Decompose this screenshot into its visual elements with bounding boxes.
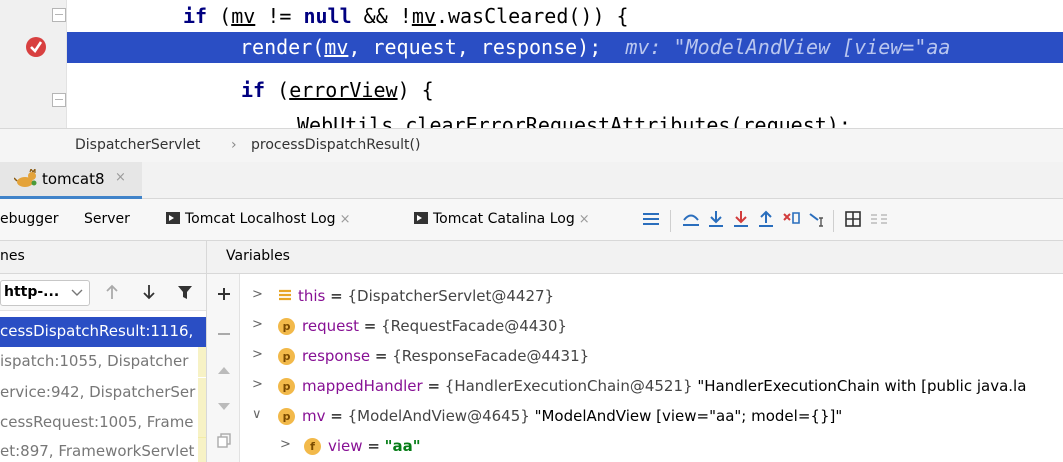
current-execution-line[interactable]: render(mv, request, response); mv: "Mode… [67,32,1063,63]
variable-row[interactable]: > this = {DispatcherServlet@4427} [240,282,1063,312]
move-down-icon[interactable] [216,398,232,414]
breadcrumb-class[interactable]: DispatcherServlet [75,137,200,153]
parameter-icon: p [278,348,295,365]
variables-panel: > this = {DispatcherServlet@4427} > p re… [207,274,1063,462]
variable-row[interactable]: > p request = {RequestFacade@4430} [240,312,1063,342]
breadcrumb-separator: › [231,137,237,153]
drop-frame-icon[interactable] [780,206,802,232]
frames-header: nes [0,241,207,274]
variables-side-toolbar [207,274,240,462]
code-line-clear: WebUtils.clearErrorRequestAttributes(req… [297,113,851,128]
chevron-right-icon[interactable]: > [280,437,291,452]
arrow-down-icon[interactable] [141,283,157,301]
chevron-down-icon [71,289,83,296]
code-line-if-errorview: if (errorView) { [241,78,434,102]
close-icon[interactable]: × [579,212,590,227]
thread-select[interactable]: http-... [0,280,90,306]
tab-localhost-log[interactable]: Tomcat Localhost Log × [166,211,350,227]
run-to-cursor-icon[interactable] [806,206,828,232]
fold-marker-icon[interactable] [52,8,66,22]
frame-item[interactable]: ispatch:1055, Dispatcher [0,347,206,377]
inline-value-hint: mv: "ModelAndView [view="aa [625,35,951,59]
fields-icon [279,289,291,301]
step-over-icon[interactable] [705,206,727,232]
code-line-if-mv: if (mv != null && !mv.wasCleared()) { [183,4,629,28]
tomcat-icon [14,169,37,187]
breadcrumb-method[interactable]: processDispatchResult() [251,137,420,153]
tab-tomcat8[interactable]: tomcat8 × [0,162,142,199]
chevron-right-icon[interactable]: > [252,377,263,392]
close-icon[interactable]: × [340,212,351,227]
chevron-right-icon[interactable]: > [252,287,263,302]
show-execution-point-icon[interactable] [680,206,702,232]
console-icon [414,212,428,224]
code-editor[interactable]: if (mv != null && !mv.wasCleared()) { re… [0,0,1063,128]
variables-header: Variables [207,241,1063,274]
variables-header-label: Variables [226,248,290,264]
menu-lines-icon[interactable] [640,206,662,232]
variable-row[interactable]: > f view = "aa" [240,432,1063,462]
close-icon[interactable]: × [115,170,126,185]
variable-row[interactable]: ∨ p mv = {ModelAndView@4645} "ModelAndVi… [240,402,1063,432]
chevron-right-icon[interactable]: > [252,317,263,332]
code-line-render: render(mv, request, response); mv: "Mode… [240,35,951,59]
tab-debugger[interactable]: ebugger [0,211,59,227]
variable-row[interactable]: > p response = {ResponseFacade@4431} [240,342,1063,372]
parameter-icon: p [278,378,295,395]
add-watch-icon[interactable] [216,286,232,302]
filter-icon[interactable] [176,283,194,301]
frames-header-label: nes [0,248,25,264]
evaluate-expression-icon[interactable] [842,206,864,232]
editor-gutter[interactable] [0,0,67,128]
thread-toolbar: http-... [0,274,206,311]
breakpoint-check-icon [30,41,43,54]
frame-item[interactable]: ervice:942, DispatcherSer [0,378,206,408]
debug-session-tabs: tomcat8 × [0,162,1063,199]
move-up-icon[interactable] [216,362,232,378]
copy-icon[interactable] [216,432,232,448]
parameter-icon: p [278,408,295,425]
remove-watch-icon[interactable] [216,326,232,342]
parameter-icon: p [278,318,295,335]
trace-icon[interactable] [868,206,890,232]
breadcrumb: DispatcherServlet › processDispatchResul… [0,128,1063,163]
debugger-toolbar: ebugger Server Tomcat Localhost Log × Tom… [0,199,1063,241]
tab-tomcat8-label: tomcat8 [42,170,105,188]
frame-item[interactable]: cessDispatchResult:1116, [0,317,206,347]
step-out-icon[interactable] [755,206,777,232]
arrow-up-icon[interactable] [104,283,120,301]
console-icon [166,212,180,224]
variable-row[interactable]: > p mappedHandler = {HandlerExecutionCha… [240,372,1063,402]
step-into-icon[interactable] [730,206,752,232]
tab-server[interactable]: Server [84,211,130,227]
tab-catalina-log[interactable]: Tomcat Catalina Log × [414,211,590,227]
fold-marker-icon[interactable] [52,93,66,107]
field-icon: f [304,438,321,455]
frame-item[interactable]: cessRequest:1005, Frame [0,408,206,438]
chevron-down-icon[interactable]: ∨ [252,407,262,422]
chevron-right-icon[interactable]: > [252,347,263,362]
frames-panel: http-... cessDispatchResult:1116, ispatc… [0,274,207,462]
frame-item[interactable]: et:897, FrameworkServlet [0,437,206,462]
